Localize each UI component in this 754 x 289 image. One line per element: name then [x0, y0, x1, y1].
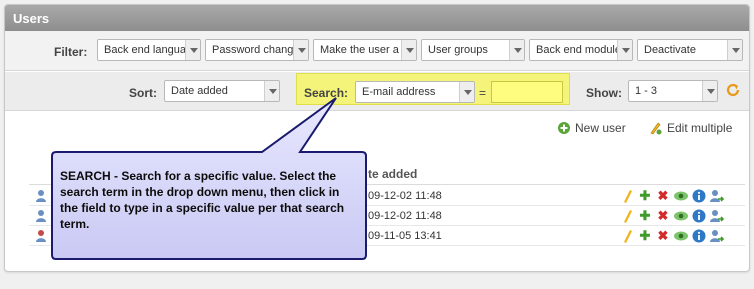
- switch-user-icon[interactable]: [709, 188, 725, 204]
- select-value: Deactivate: [644, 44, 696, 56]
- new-user-label: New user: [575, 121, 626, 135]
- delete-icon[interactable]: ✖: [655, 188, 671, 204]
- select-value: User groups: [428, 44, 488, 56]
- date-cell: 09-12-02 11:48: [368, 210, 442, 222]
- select-value: Date added: [171, 85, 228, 97]
- chevron-down-icon: [459, 82, 474, 102]
- toggle-visibility-icon[interactable]: [673, 208, 689, 224]
- edit-icon[interactable]: [619, 208, 635, 224]
- chevron-down-icon: [185, 40, 200, 60]
- row-actions: ✚ ✖: [619, 188, 725, 204]
- filter-select-deactivate[interactable]: Deactivate: [637, 39, 743, 61]
- chevron-down-icon: [702, 81, 717, 101]
- info-icon[interactable]: [691, 188, 707, 204]
- select-value: Back end module: [536, 44, 621, 56]
- switch-user-icon[interactable]: [709, 208, 725, 224]
- filter-select-user-groups[interactable]: User groups: [421, 39, 525, 61]
- edit-multiple-icon: [650, 122, 662, 135]
- user-icon: [35, 209, 49, 223]
- refresh-icon[interactable]: [725, 82, 741, 98]
- select-value: 1 - 3: [635, 85, 658, 97]
- chevron-down-icon: [509, 40, 524, 60]
- row-actions: ✚ ✖: [619, 228, 725, 244]
- sort-label: Sort:: [129, 86, 157, 100]
- sort-select[interactable]: Date added: [164, 80, 280, 102]
- add-circle-icon: [558, 122, 570, 134]
- copy-plus-icon[interactable]: ✚: [637, 188, 653, 204]
- equals-sign: =: [479, 86, 487, 100]
- show-select[interactable]: 1 - 3: [628, 80, 718, 102]
- info-icon[interactable]: [691, 228, 707, 244]
- filter-select-password-change[interactable]: Password chang: [205, 39, 309, 61]
- chevron-down-icon: [617, 40, 632, 60]
- copy-plus-icon[interactable]: ✚: [637, 208, 653, 224]
- date-cell: 09-11-05 13:41: [368, 230, 442, 242]
- filter-label: Filter:: [54, 45, 88, 59]
- select-value: E-mail address: [362, 86, 436, 98]
- admin-user-icon: [35, 229, 49, 243]
- edit-icon[interactable]: [619, 228, 635, 244]
- new-user-link[interactable]: New user: [557, 121, 626, 135]
- user-icon: [35, 189, 49, 203]
- date-cell: 09-12-02 11:48: [368, 190, 442, 202]
- edit-multiple-link[interactable]: Edit multiple: [649, 121, 732, 135]
- select-value: Password chang: [212, 44, 294, 56]
- search-input[interactable]: [491, 81, 563, 103]
- row-actions: ✚ ✖: [619, 208, 725, 224]
- copy-plus-icon[interactable]: ✚: [637, 228, 653, 244]
- callout-text: SEARCH - Search for a specific value. Se…: [60, 169, 345, 231]
- chevron-down-icon: [264, 81, 279, 101]
- filter-select-backend-modules[interactable]: Back end module: [529, 39, 633, 61]
- chevron-down-icon: [293, 40, 308, 60]
- toggle-visibility-icon[interactable]: [673, 228, 689, 244]
- search-field-select[interactable]: E-mail address: [355, 81, 475, 103]
- select-value: Back end langua: [104, 44, 186, 56]
- edit-multiple-label: Edit multiple: [667, 121, 733, 135]
- chevron-down-icon: [401, 40, 416, 60]
- filter-select-make-user-admin[interactable]: Make the user a: [313, 39, 417, 61]
- date-added-header[interactable]: te added: [368, 167, 417, 181]
- search-label: Search:: [304, 86, 349, 100]
- panel-title: Users: [5, 5, 749, 31]
- chevron-down-icon: [727, 40, 742, 60]
- show-label: Show:: [586, 86, 622, 100]
- filter-bar: Filter: Back end langua Password chang M…: [5, 31, 749, 71]
- edit-icon[interactable]: [619, 188, 635, 204]
- delete-icon[interactable]: ✖: [655, 228, 671, 244]
- select-value: Make the user a: [320, 44, 399, 56]
- switch-user-icon[interactable]: [709, 228, 725, 244]
- info-icon[interactable]: [691, 208, 707, 224]
- toggle-visibility-icon[interactable]: [673, 188, 689, 204]
- filter-select-backend-language[interactable]: Back end langua: [97, 39, 201, 61]
- delete-icon[interactable]: ✖: [655, 208, 671, 224]
